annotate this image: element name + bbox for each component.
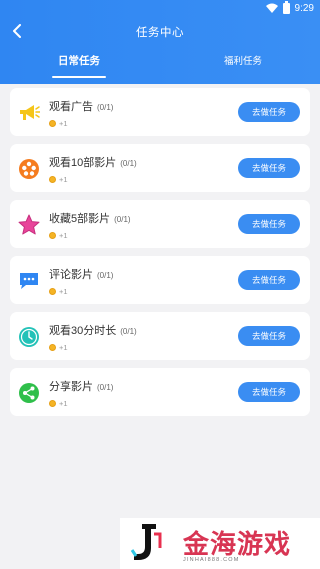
megaphone-icon [18,102,40,124]
task-title: 观看30分时长 (0/1) [49,325,137,337]
coin-icon [49,288,56,295]
star-icon [18,214,40,236]
task-card: 收藏5部影片 (0/1) +1 去做任务 [10,200,310,248]
task-progress: (0/1) [97,383,114,392]
task-progress: (0/1) [97,103,114,112]
task-card: 观看30分时长 (0/1) +1 去做任务 [10,312,310,360]
task-reward: +1 [49,119,68,128]
watermark-url: JINHAI888.COM [183,557,240,563]
coin-icon [49,120,56,127]
task-progress: (0/1) [114,215,131,224]
coin-icon [49,232,56,239]
task-card: 评论影片 (0/1) +1 去做任务 [10,256,310,304]
share-icon [18,382,40,404]
coin-icon [49,400,56,407]
film-reel-icon [18,158,40,180]
do-task-button[interactable]: 去做任务 [238,214,300,234]
task-progress: (0/1) [97,271,114,280]
wifi-icon [265,3,278,13]
tab-daily[interactable]: 日常任务 [58,53,100,68]
status-bar: 9:29 [265,0,314,14]
task-title: 观看广告 (0/1) [49,101,114,113]
task-title: 分享影片 (0/1) [49,381,114,393]
do-task-button[interactable]: 去做任务 [238,270,300,290]
task-progress: (0/1) [120,327,137,336]
do-task-button[interactable]: 去做任务 [238,158,300,178]
task-title: 收藏5部影片 (0/1) [49,213,131,225]
task-title: 观看10部影片 (0/1) [49,157,137,169]
do-task-button[interactable]: 去做任务 [238,102,300,122]
task-reward: +1 [49,343,68,352]
task-card: 观看10部影片 (0/1) +1 去做任务 [10,144,310,192]
status-time: 9:29 [294,2,314,14]
battery-icon [282,0,290,14]
do-task-button[interactable]: 去做任务 [238,326,300,346]
header-bar: 9:29 任务中心 日常任务 福利任务 [0,0,320,84]
coin-icon [49,176,56,183]
coin-icon [49,344,56,351]
task-title: 评论影片 (0/1) [49,269,114,281]
task-reward: +1 [49,231,68,240]
task-reward: +1 [49,399,68,408]
comment-icon [18,270,40,292]
do-task-button[interactable]: 去做任务 [238,382,300,402]
task-card: 观看广告 (0/1) +1 去做任务 [10,88,310,136]
jinhai-logo-icon [130,524,162,560]
task-progress: (0/1) [120,159,137,168]
watermark-text: 金海游戏 [183,529,292,559]
tab-indicator [52,76,106,78]
page-title: 任务中心 [136,27,184,39]
clock-icon [18,326,40,348]
task-card: 分享影片 (0/1) +1 去做任务 [10,368,310,416]
task-reward: +1 [49,175,68,184]
tab-welfare[interactable]: 福利任务 [224,53,262,67]
task-reward: +1 [49,287,68,296]
